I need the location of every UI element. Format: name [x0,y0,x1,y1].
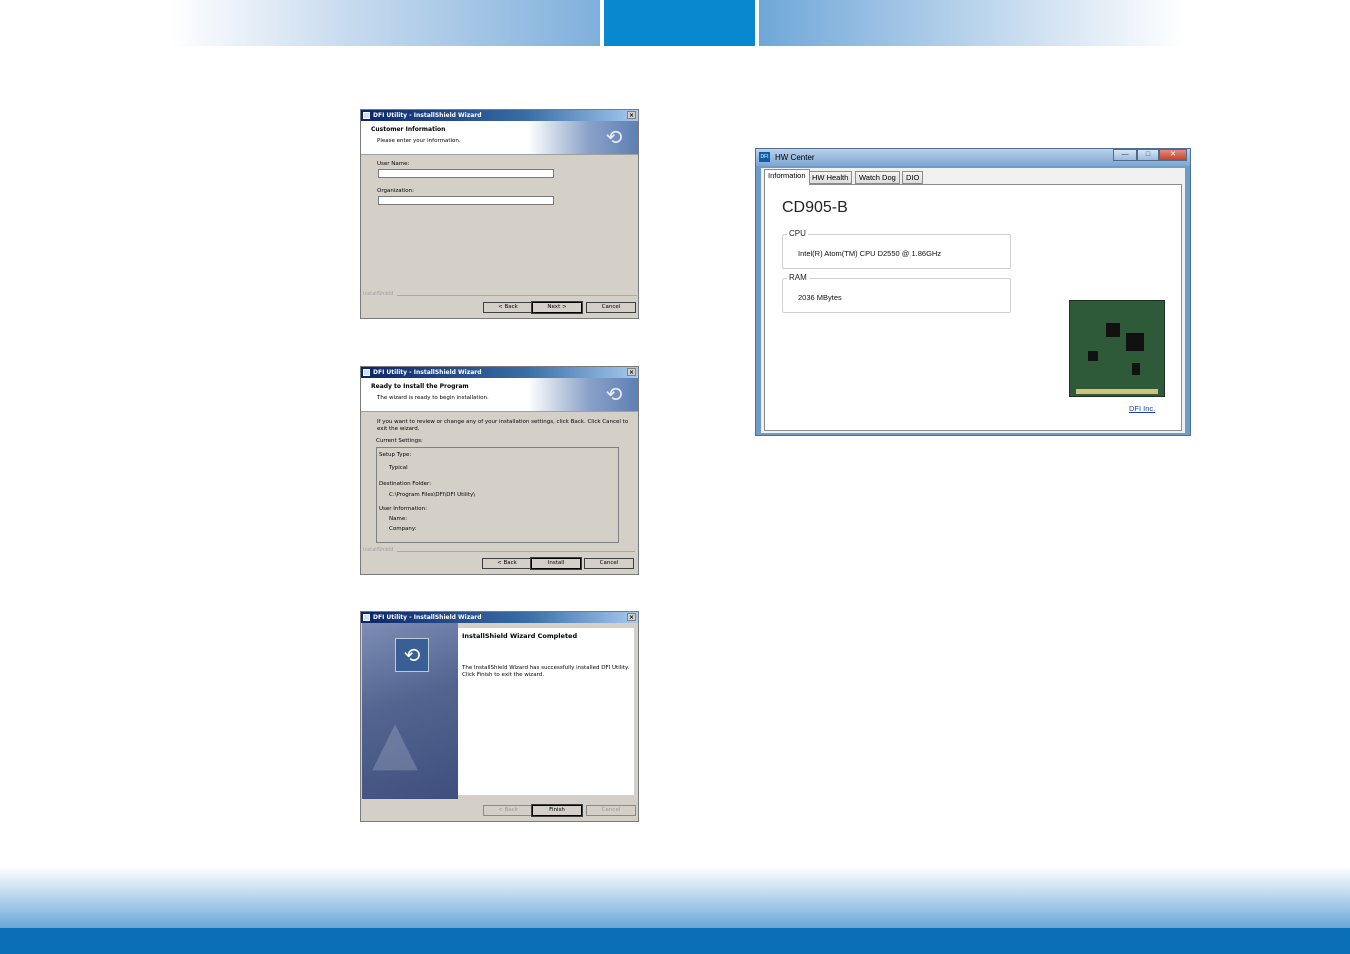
dfi-app-icon: DFI [759,152,770,162]
intro-text-line2: exit the wizard. [377,426,420,432]
back-button[interactable]: < Back [483,302,533,313]
intro-text-line1: If you want to review or change any of y… [377,419,629,425]
board-chip [1088,351,1098,361]
completion-heading: InstallShield Wizard Completed [462,632,578,640]
user-information-label: User Information: [379,506,427,512]
user-name-field[interactable] [378,169,554,178]
dialog-title: DFI Utility - InstallShield Wizard [373,369,482,376]
installer-icon [363,112,370,119]
cpu-value: Intel(R) Atom(TM) CPU D2550 @ 1.86GHz [798,249,942,258]
footer-gradient [0,866,1350,928]
ram-group: RAM 2036 MBytes [782,273,1011,313]
board-chip [1132,363,1140,375]
banner-heading: Customer Information [371,126,446,133]
information-panel: CD905-B CPU Intel(R) Atom(TM) CPU D2550 … [764,184,1182,431]
installshield-logo-icon: ⟲ [605,382,623,406]
installer-icon [363,614,370,621]
close-icon[interactable]: × [627,111,636,119]
close-icon[interactable]: ✕ [1159,149,1187,161]
header-band-left [170,0,600,46]
dialog-titlebar: DFI Utility - InstallShield Wizard × [361,110,638,121]
name-label: Name: [389,516,408,522]
organization-field[interactable] [378,196,554,205]
close-icon[interactable]: × [627,368,636,376]
installshield-logo-icon: ⟲ [605,125,623,149]
maximize-icon[interactable]: □ [1137,149,1159,161]
install-button[interactable]: Install [530,557,582,570]
dialog-title: DFI Utility - InstallShield Wizard [373,614,482,621]
ram-label: RAM [787,273,809,282]
header-band-center [604,0,755,46]
window-client-area: Information HW Health Watch Dog DIO CD90… [761,168,1185,433]
ram-value: 2036 MBytes [798,293,842,302]
dialog-titlebar: DFI Utility - InstallShield Wizard × [361,367,638,378]
setup-type-value: Typical [389,465,408,471]
dialog-banner: ⟲ Customer Information Please enter your… [361,121,638,155]
back-button[interactable]: < Back [483,805,533,816]
dialog-banner: ⟲ Ready to Install the Program The wizar… [361,378,638,412]
next-button[interactable]: Next > [531,301,583,314]
board-chip [1126,333,1144,351]
hw-center-window: DFI HW Center — □ ✕ Information HW Healt… [755,148,1191,436]
close-icon[interactable]: × [627,613,636,621]
divider [397,551,635,552]
installshield-logo-icon: ⟲ [395,638,429,672]
board-model-title: CD905-B [782,199,848,216]
minimize-icon[interactable]: — [1113,149,1137,161]
board-image [1069,300,1165,397]
board-chip [1106,323,1120,337]
tab-dio[interactable]: DIO [902,171,924,184]
finish-button[interactable]: Finish [531,804,583,817]
wizard-completed-dialog: DFI Utility - InstallShield Wizard × ⟲ ▲… [360,611,639,822]
setup-type-label: Setup Type: [379,452,412,458]
completion-panel: InstallShield Wizard Completed The Insta… [458,628,634,795]
customer-information-dialog: DFI Utility - InstallShield Wizard × ⟲ C… [360,109,639,319]
board-connector [1076,389,1158,394]
cpu-label: CPU [787,229,808,238]
header-band-right [759,0,1184,46]
cancel-button[interactable]: Cancel [586,805,636,816]
window-title: HW Center [775,153,815,162]
company-label: Company: [389,526,417,532]
tab-watch-dog[interactable]: Watch Dog [855,171,900,184]
completion-message-line1: The InstallShield Wizard has successfull… [462,665,630,671]
destination-label: Destination Folder: [379,481,432,487]
ready-to-install-dialog: DFI Utility - InstallShield Wizard × ⟲ R… [360,366,639,575]
window-titlebar: DFI HW Center — □ ✕ [756,149,1190,166]
dialog-titlebar: DFI Utility - InstallShield Wizard × [361,612,638,623]
tab-information[interactable]: Information [764,169,810,185]
current-settings-label: Current Settings: [376,438,423,444]
organization-label: Organization: [377,188,415,194]
cancel-button[interactable]: Cancel [586,302,636,313]
dialog-title: DFI Utility - InstallShield Wizard [373,112,482,119]
installer-icon [363,369,370,376]
completion-message-line2: Click Finish to exit the wizard. [462,672,544,678]
user-name-label: User Name: [377,161,410,167]
banner-subheading: The wizard is ready to begin installatio… [377,395,489,401]
settings-summary: Setup Type: Typical Destination Folder: … [376,447,619,543]
back-button[interactable]: < Back [482,558,532,569]
installshield-brand: InstallShield [363,291,394,297]
dfi-inc-link[interactable]: DFI Inc. [1129,404,1155,413]
destination-value: C:\Program Files\DFI\DFI Utility\ [389,492,476,498]
decorative-arrow-icon: ▲ [372,708,419,778]
banner-heading: Ready to Install the Program [371,383,469,390]
wizard-side-art: ⟲ ▲ [362,623,458,799]
footer-bar [0,928,1350,954]
banner-subheading: Please enter your information. [377,138,461,144]
cancel-button[interactable]: Cancel [584,558,634,569]
divider [397,295,637,296]
cpu-group: CPU Intel(R) Atom(TM) CPU D2550 @ 1.86GH… [782,229,1011,269]
installshield-brand: InstallShield [363,547,394,553]
tab-hw-health[interactable]: HW Health [808,171,853,184]
